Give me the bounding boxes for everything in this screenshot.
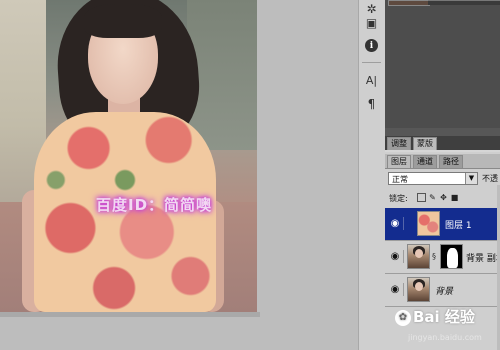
baidu-paw-icon: ✿ xyxy=(395,309,411,326)
tab-channels[interactable]: 通道 xyxy=(413,155,437,168)
chevron-down-icon[interactable]: ▼ xyxy=(465,173,477,184)
lock-label: 锁定: xyxy=(389,194,408,203)
layer-thumbnail xyxy=(407,244,430,269)
opacity-label: 不透 xyxy=(482,174,498,183)
blend-mode-select[interactable]: 正常 ▼ xyxy=(388,172,478,185)
layer-mask-thumbnail[interactable] xyxy=(440,244,463,269)
tab-layers[interactable]: 图层 xyxy=(387,155,411,168)
blend-controls: 正常 ▼ 不透 xyxy=(385,170,500,188)
watermark-url: jingyan.baidu.com xyxy=(408,333,482,342)
tab-paths[interactable]: 路径 xyxy=(439,155,463,168)
link-chain-icon[interactable]: § xyxy=(432,252,436,261)
image-icon[interactable]: ▣ xyxy=(363,14,380,31)
layer-name[interactable]: 图层 1 xyxy=(445,218,472,231)
document-image[interactable]: 百度ID：简简噢 xyxy=(0,0,257,312)
blend-mode-value: 正常 xyxy=(392,175,408,184)
canvas-area[interactable]: 百度ID：简简噢 xyxy=(0,0,360,350)
layer-row-layer-1[interactable]: ◉ 图层 1 xyxy=(385,208,500,241)
visibility-eye-icon[interactable]: ◉ xyxy=(387,283,404,296)
lock-brush-icon[interactable]: ✎ xyxy=(428,193,437,202)
brush-indicator-icon xyxy=(405,212,415,236)
navigator-thumbnail[interactable] xyxy=(388,0,430,6)
adjustments-tab-bar: 调整 蒙版 xyxy=(385,136,500,150)
watermark-brand: Bai 经验 xyxy=(413,308,475,326)
thumb-face xyxy=(415,249,423,258)
tab-adjustments[interactable]: 调整 xyxy=(387,137,411,150)
canvas-watermark: 百度ID：简简噢 xyxy=(96,196,213,214)
layer-name[interactable]: 背景 副本 xyxy=(466,251,500,264)
mask-shape xyxy=(447,248,458,268)
lock-all-icon[interactable]: ■ xyxy=(450,193,459,202)
thumb-face xyxy=(415,282,423,291)
tab-masks[interactable]: 蒙版 xyxy=(413,137,437,150)
layer-name[interactable]: 背景 xyxy=(435,284,453,297)
navigator-bar xyxy=(428,0,500,5)
text-tool-icon[interactable]: A| xyxy=(363,72,380,89)
tool-divider xyxy=(362,62,381,63)
layer-row-background[interactable]: ◉ 背景 xyxy=(385,274,500,307)
layers-tab-bar: 图层 通道 路径 xyxy=(385,154,500,169)
canvas-shadow xyxy=(0,312,260,317)
panel-tool-strip: ✲ ▣ i A| ¶ xyxy=(358,0,386,350)
paragraph-icon[interactable]: ¶ xyxy=(363,95,380,112)
info-icon[interactable]: i xyxy=(363,37,380,54)
navigator-panel xyxy=(385,0,500,128)
bangs xyxy=(84,4,162,38)
lock-move-icon[interactable]: ✥ xyxy=(439,193,448,202)
visibility-eye-icon[interactable]: ◉ xyxy=(387,250,404,263)
lock-controls: 锁定: ✎ ✥ ■ xyxy=(385,190,500,206)
layer-thumbnail xyxy=(407,277,430,302)
baidu-jingyan-watermark: ✿ Bai 经验 xyxy=(395,306,475,327)
visibility-eye-icon[interactable]: ◉ xyxy=(387,217,404,230)
layer-row-background-copy[interactable]: ◉ § 背景 副本 xyxy=(385,241,500,274)
lock-transparency-icon[interactable] xyxy=(417,193,426,202)
layer-thumbnail xyxy=(417,211,440,236)
